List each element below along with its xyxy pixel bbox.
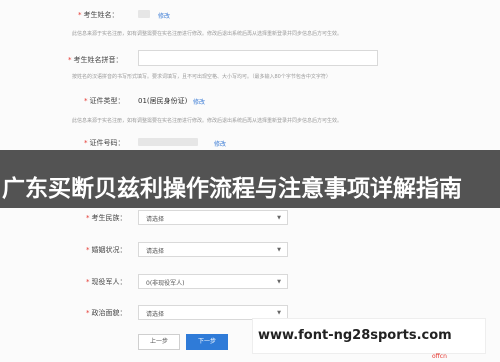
name-label: * 考生姓名： (78, 11, 119, 19)
military-select[interactable]: 0(非现役军人) ▼ (138, 274, 288, 289)
name-pinyin-label: * 考生姓名拼音： (68, 56, 123, 64)
military-label: * 现役军人： (86, 278, 127, 286)
name-pinyin-hint: 按姓名的汉语拼音的书写形式填写。要求词填写，且不可出现空格、大小写均可。（最多输… (72, 74, 331, 80)
id-type-hint: 此信息来源于实名注册，如有调整需要在实名注册进行修改。修改后退出系统后再从选择重… (72, 118, 343, 124)
ethnicity-select[interactable]: 请选择 ▼ (138, 210, 288, 225)
marital-select[interactable]: 请选择 ▼ (138, 242, 288, 257)
ethnicity-label: * 考生民族： (86, 214, 127, 222)
id-number-edit-link[interactable]: 修改 (214, 139, 226, 148)
chevron-down-icon: ▼ (277, 279, 281, 285)
id-type-edit-link[interactable]: 修改 (193, 97, 205, 106)
name-edit-link[interactable]: 修改 (158, 11, 170, 20)
political-label: * 政治面貌： (86, 309, 127, 317)
marital-label: * 婚姻状况： (86, 246, 127, 254)
next-step-button[interactable]: 下一步 (186, 334, 228, 350)
name-hint: 此信息来源于实名注册，如有调整需要在实名注册进行修改。修改后退出系统后再从选择重… (72, 31, 343, 37)
registration-form-page: * 考生姓名： 修改 此信息来源于实名注册，如有调整需要在实名注册进行修改。修改后… (0, 0, 500, 362)
name-pinyin-input[interactable] (138, 50, 378, 66)
name-masked-value (138, 10, 150, 18)
chevron-down-icon: ▼ (277, 247, 281, 253)
prev-step-button[interactable]: 上一步 (138, 334, 180, 350)
watermark-url: www.font-ng28sports.com (258, 328, 452, 343)
id-type-value: 01(居民身份证) (138, 97, 188, 105)
required-mark: * (78, 11, 82, 19)
corner-logo-text: offcn (432, 353, 447, 360)
banner-title: 广东买断贝兹利操作流程与注意事项详解指南 (2, 176, 462, 202)
id-number-masked-value (138, 138, 198, 146)
id-type-label: * 证件类型： (84, 97, 125, 105)
id-number-label: * 证件号码： (84, 139, 125, 147)
chevron-down-icon: ▼ (277, 215, 281, 221)
chevron-down-icon: ▼ (277, 310, 281, 316)
